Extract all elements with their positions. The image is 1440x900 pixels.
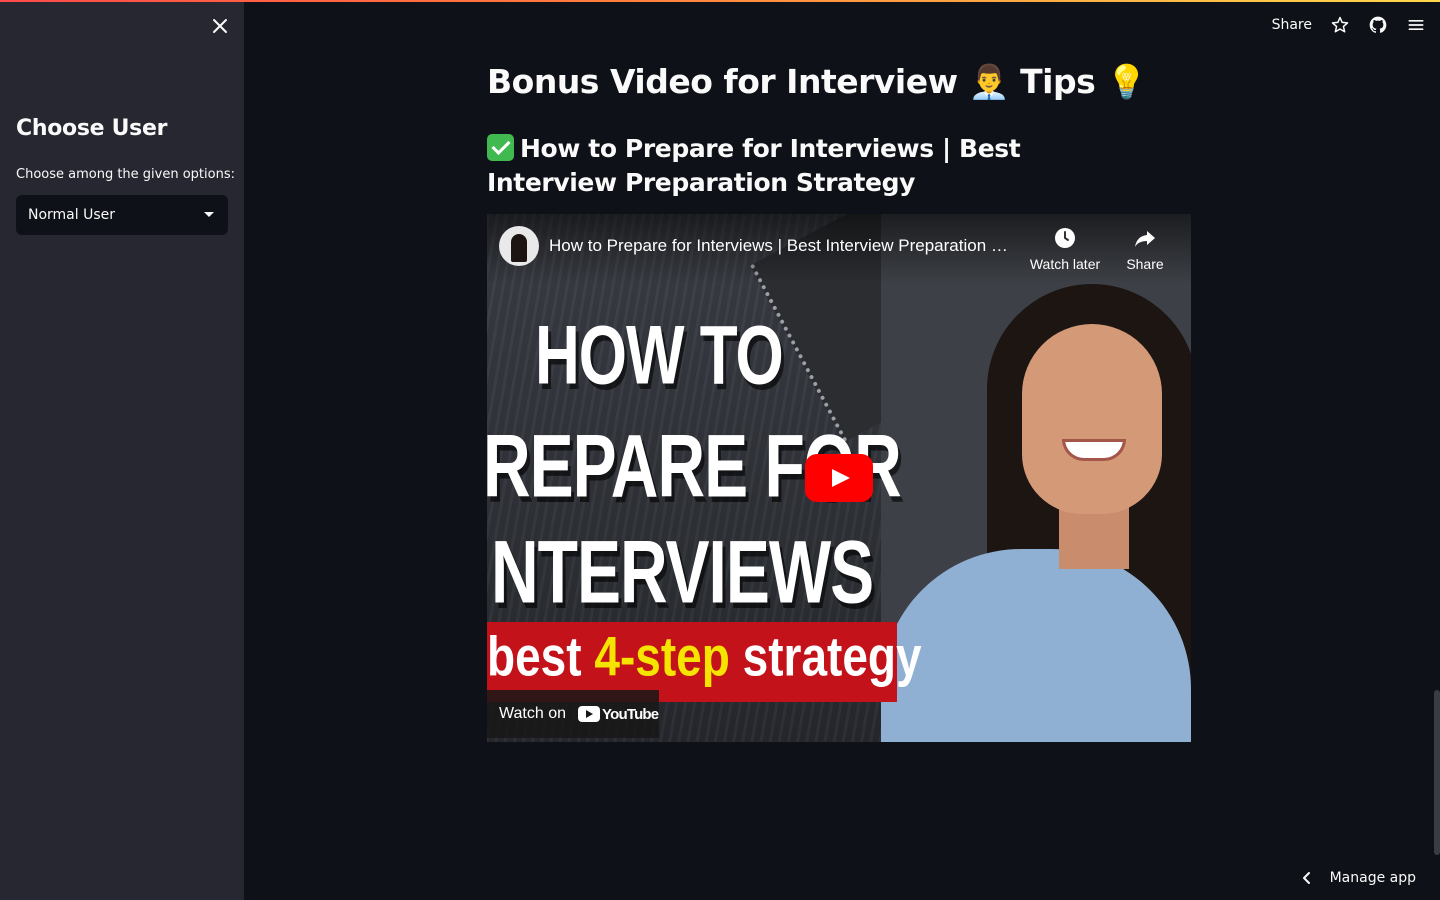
top-toolbar: Share: [1272, 10, 1426, 40]
select-value: Normal User: [28, 207, 116, 223]
top-decoration-bar: [0, 0, 1440, 2]
play-button[interactable]: [805, 454, 873, 502]
manage-app-button[interactable]: Manage app: [1300, 870, 1416, 886]
youtube-logo: YouTube: [578, 705, 659, 723]
video-share-label: Share: [1126, 256, 1164, 272]
close-sidebar-button[interactable]: [208, 14, 232, 38]
sidebar: Choose User Choose among the given optio…: [0, 0, 244, 900]
manage-app-label: Manage app: [1329, 870, 1416, 886]
youtube-embed[interactable]: HOW TO REPARE FOR NTERVIEWS best 4-step …: [487, 214, 1191, 742]
chevron-left-icon: [1302, 872, 1310, 884]
select-label: Choose among the given options:: [16, 167, 235, 182]
user-type-select[interactable]: Normal User: [16, 195, 228, 235]
share-button[interactable]: Share: [1272, 17, 1312, 33]
star-icon[interactable]: [1330, 15, 1350, 35]
sidebar-title: Choose User: [16, 116, 168, 141]
thumbnail-band-text: best 4-step strategy: [487, 624, 922, 689]
page-title: Bonus Video for Interview 👨‍💼 Tips 💡: [487, 62, 1147, 101]
band-text-post: strategy: [729, 625, 922, 688]
youtube-wordmark: YouTube: [602, 705, 659, 723]
scrollbar[interactable]: [1434, 690, 1440, 855]
band-text-pre: best: [487, 625, 595, 688]
watch-later-button[interactable]: Watch later: [1025, 226, 1105, 272]
watch-on-label: Watch on: [499, 705, 566, 722]
chevron-down-icon: [204, 212, 214, 217]
check-mark-icon: [487, 134, 514, 161]
watch-on-youtube-button[interactable]: Watch on YouTube: [487, 690, 659, 738]
share-arrow-icon: [1135, 231, 1155, 247]
video-section-heading-text: How to Prepare for Interviews | Best Int…: [487, 134, 1021, 197]
video-title-link[interactable]: How to Prepare for Interviews | Best Int…: [549, 236, 1019, 256]
github-icon[interactable]: [1368, 15, 1388, 35]
channel-avatar[interactable]: [499, 226, 539, 266]
youtube-play-icon: [578, 706, 600, 722]
thumbnail-person-face: [1022, 324, 1162, 514]
clock-icon: [1055, 228, 1075, 248]
thumbnail-text-line-1: HOW TO: [535, 309, 784, 403]
close-icon: [213, 19, 227, 33]
band-text-highlight: 4-step: [594, 625, 730, 688]
thumbnail-text-line-3: NTERVIEWS: [491, 521, 874, 622]
watch-later-label: Watch later: [1029, 256, 1101, 272]
video-section-heading: How to Prepare for Interviews | Best Int…: [487, 132, 1127, 200]
hamburger-menu-icon[interactable]: [1406, 15, 1426, 35]
video-share-button[interactable]: Share: [1105, 226, 1185, 272]
